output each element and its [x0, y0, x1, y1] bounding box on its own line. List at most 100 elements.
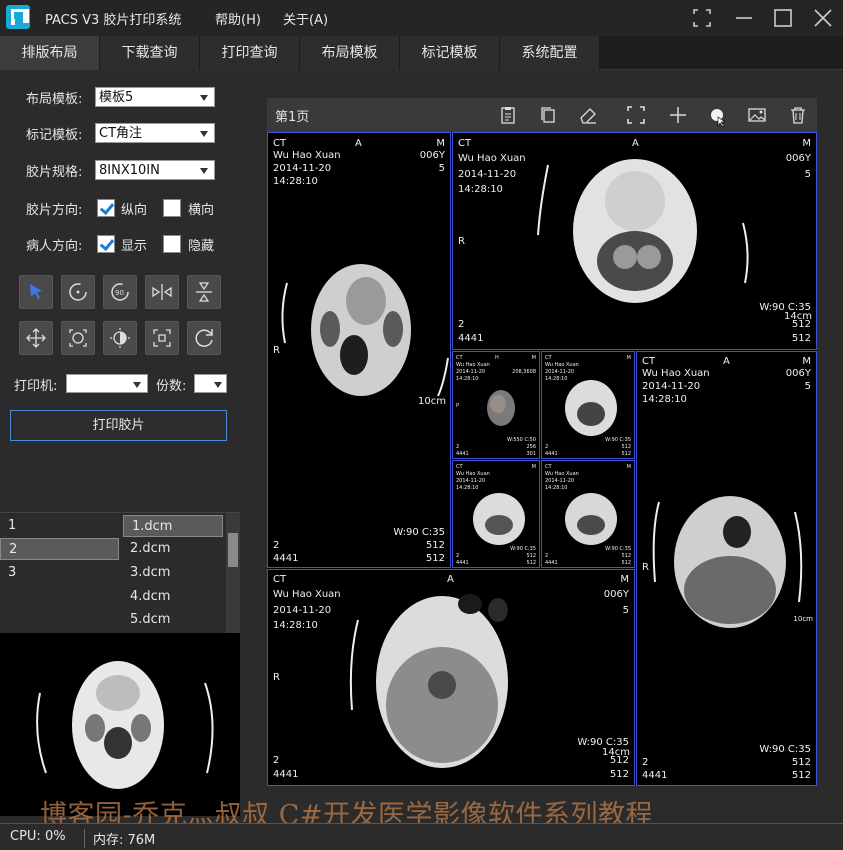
select-region-icon[interactable] [623, 102, 649, 128]
eraser-icon[interactable] [575, 102, 601, 128]
chevron-down-icon [214, 382, 222, 388]
ct-image [565, 493, 617, 545]
pointer-icon [30, 284, 42, 299]
paste-icon[interactable] [495, 102, 521, 128]
film-cell[interactable]: CT M Wu Hao Xuan 2014-11-20 14:28:10 W:9… [541, 351, 635, 459]
window-level-tool-button[interactable] [103, 321, 137, 355]
print-film-button[interactable]: 打印胶片 [10, 410, 227, 441]
title-bar: PACS V3 胶片打印系统 帮助(H) 关于(A) [0, 0, 843, 36]
film-size-value: 8INX10IN [99, 163, 160, 178]
left-panel: 布局模板: 模板5 标记模板: CT角注 胶片规格: 8INX10IN 胶片方向… [0, 71, 240, 816]
portrait-label: 纵向 [121, 203, 148, 218]
layout-template-select[interactable]: 模板5 [95, 87, 215, 107]
zoom-tool-button[interactable] [61, 321, 95, 355]
close-icon[interactable] [810, 5, 836, 31]
window-level-icon [110, 328, 130, 348]
film-orientation-label: 胶片方向: [26, 203, 83, 218]
layout-template-value: 模板5 [99, 90, 134, 105]
film-cell[interactable]: CT H M Wu Hao Xuan 2014-11-20 208,3608 1… [452, 351, 540, 459]
ct-image [281, 264, 449, 397]
series-list: 1 2 3 [0, 512, 121, 632]
menu-about[interactable]: 关于(A) [283, 9, 328, 28]
ct-image [349, 594, 508, 768]
ct-image [537, 159, 749, 303]
flip-vertical-tool-button[interactable] [187, 275, 221, 309]
hide-checkbox[interactable] [163, 235, 181, 253]
patient-orientation-label: 病人方向: [26, 239, 83, 254]
list-item[interactable]: 2.dcm [122, 538, 222, 560]
scrollbar-thumb[interactable] [228, 533, 238, 567]
tab-mark-template[interactable]: 标记模板 [400, 36, 500, 70]
list-item[interactable]: 4.dcm [122, 586, 222, 608]
copies-select[interactable] [194, 374, 227, 393]
chevron-down-icon [200, 168, 208, 174]
portrait-checkbox[interactable] [97, 199, 115, 217]
preview-ct-image [36, 661, 214, 789]
menu-help[interactable]: 帮助(H) [215, 9, 261, 28]
film-cell[interactable]: CT A M Wu Hao Xuan 006Y 2014-11-20 5 14:… [452, 132, 817, 350]
tab-system-config[interactable]: 系统配置 [500, 36, 600, 70]
list-item[interactable]: 3.dcm [122, 562, 222, 584]
film-cell[interactable]: CT M Wu Hao Xuan 2014-11-20 14:28:10 W:9… [452, 460, 540, 568]
circle-icon[interactable] [704, 102, 730, 128]
film-size-select[interactable]: 8INX10IN [95, 160, 215, 180]
trash-icon[interactable] [785, 102, 811, 128]
reset-icon [195, 329, 213, 347]
list-item[interactable]: 5.dcm [122, 609, 222, 631]
app-title: PACS V3 胶片打印系统 [45, 13, 182, 28]
copy-icon[interactable] [535, 102, 561, 128]
flip-horizontal-tool-button[interactable] [145, 275, 179, 309]
list-item[interactable]: 1.dcm [123, 515, 223, 537]
rotate-90-icon: 90 [111, 283, 129, 301]
film-cell[interactable]: CT A M Wu Hao Xuan 006Y 2014-11-20 5 14:… [636, 351, 817, 786]
show-checkbox[interactable] [97, 235, 115, 253]
rotate-90-tool-button[interactable]: 90 [103, 275, 137, 309]
move-icon [26, 328, 46, 348]
tab-layout[interactable]: 排版布局 [0, 36, 100, 70]
reset-tool-button[interactable] [187, 321, 221, 355]
tab-layout-template[interactable]: 布局模板 [300, 36, 400, 70]
pointer-tool-button[interactable] [19, 275, 53, 309]
list-item[interactable]: 2 [0, 538, 119, 560]
film-cell[interactable]: CT M Wu Hao Xuan 2014-11-20 14:28:10 W:9… [541, 460, 635, 568]
film-toolbar: 第1页 [267, 98, 817, 132]
film-cell[interactable]: CT A M Wu Hao Xuan 006Y 2014-11-20 5 14:… [267, 132, 451, 568]
copies-label: 份数: [156, 379, 187, 394]
main-tabs: 排版布局 下载查询 打印查询 布局模板 标记模板 系统配置 [0, 36, 843, 70]
ct-image [487, 390, 515, 426]
zoom-icon [69, 329, 87, 347]
move-tool-button[interactable] [19, 321, 53, 355]
tab-print-query[interactable]: 打印查询 [200, 36, 300, 70]
ct-image [565, 380, 617, 436]
fit-icon [153, 329, 171, 347]
flip-horizontal-icon [152, 284, 172, 300]
mark-template-label: 标记模板: [26, 128, 83, 143]
rotate-left-tool-button[interactable] [61, 275, 95, 309]
memory-usage: 内存: 76M [84, 829, 155, 848]
image-preview [0, 633, 240, 816]
fit-tool-button[interactable] [145, 321, 179, 355]
list-item[interactable]: 3 [0, 562, 121, 584]
file-list: 1.dcm 2.dcm 3.dcm 4.dcm 5.dcm [122, 512, 240, 633]
chevron-down-icon [200, 95, 208, 101]
film-cell[interactable]: CT A M Wu Hao Xuan 006Y 2014-11-20 5 14:… [267, 569, 635, 786]
add-icon[interactable] [665, 102, 691, 128]
landscape-checkbox[interactable] [163, 199, 181, 217]
flip-vertical-icon [196, 282, 212, 302]
page-title: 第1页 [275, 110, 310, 125]
chevron-down-icon [200, 131, 208, 137]
svg-text:90: 90 [115, 289, 124, 297]
file-list-scrollbar[interactable] [226, 513, 240, 633]
layout-template-label: 布局模板: [26, 92, 83, 107]
list-item[interactable]: 1 [0, 515, 121, 537]
status-bar: CPU: 0% 内存: 76M [0, 823, 843, 850]
tab-download-query[interactable]: 下载查询 [100, 36, 200, 70]
maximize-icon[interactable] [770, 5, 796, 31]
printer-select[interactable] [66, 374, 148, 393]
mark-template-select[interactable]: CT角注 [95, 123, 215, 143]
minimize-icon[interactable] [731, 5, 757, 31]
image-icon[interactable] [744, 102, 770, 128]
mark-template-value: CT角注 [99, 126, 143, 141]
fullscreen-icon[interactable] [689, 5, 715, 31]
chevron-down-icon [133, 382, 141, 388]
